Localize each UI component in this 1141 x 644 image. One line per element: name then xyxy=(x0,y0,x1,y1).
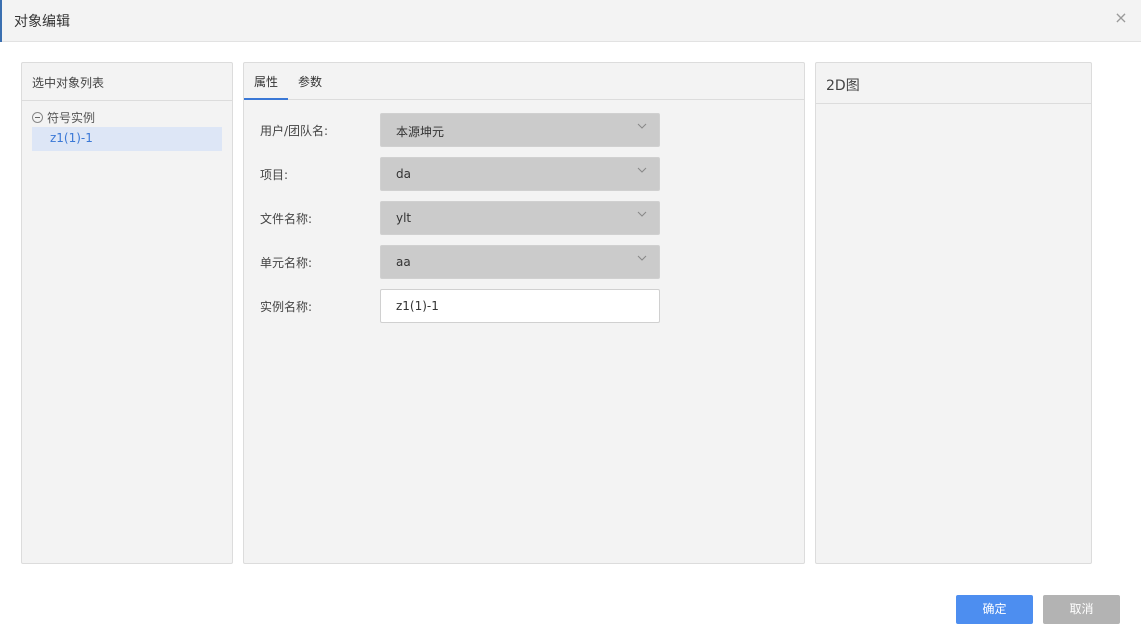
instance-name-input[interactable]: z1(1)-1 xyxy=(380,289,660,323)
form-row-cell-name: 单元名称: aa xyxy=(260,245,660,279)
cell-name-value: aa xyxy=(396,255,411,269)
file-name-value: ylt xyxy=(396,211,412,225)
dialog-title: 对象编辑 xyxy=(14,14,70,30)
chevron-down-icon xyxy=(637,211,647,217)
chevron-down-icon xyxy=(637,255,647,261)
object-tree: 符号实例 z1(1)-1 xyxy=(22,101,232,159)
form-row-user-team: 用户/团队名: 本源坤元 xyxy=(260,113,660,147)
ok-button[interactable]: 确定 xyxy=(956,595,1033,624)
preview-2d-panel: 2D图 xyxy=(815,62,1092,564)
close-icon[interactable]: × xyxy=(1113,10,1129,26)
tab-parameters[interactable]: 参数 xyxy=(288,63,332,100)
form-row-instance-name: 实例名称: z1(1)-1 xyxy=(260,289,660,323)
chevron-down-icon xyxy=(637,123,647,129)
tree-group-symbol-instance[interactable]: 符号实例 xyxy=(32,109,222,125)
cell-name-select[interactable]: aa xyxy=(380,245,660,279)
properties-tabs: 属性 参数 xyxy=(244,63,804,100)
cell-name-label: 单元名称: xyxy=(260,256,313,270)
user-team-label: 用户/团队名: xyxy=(260,124,329,138)
file-name-label: 文件名称: xyxy=(260,212,313,226)
titlebar-accent xyxy=(0,0,2,42)
form-row-file-name: 文件名称: ylt xyxy=(260,201,660,235)
tree-item-selected[interactable]: z1(1)-1 xyxy=(32,127,222,151)
instance-name-value: z1(1)-1 xyxy=(396,299,439,313)
chevron-down-icon xyxy=(637,167,647,173)
cancel-button[interactable]: 取消 xyxy=(1043,595,1120,624)
file-name-select[interactable]: ylt xyxy=(380,201,660,235)
user-team-select[interactable]: 本源坤元 xyxy=(380,113,660,147)
form-row-project: 项目: da xyxy=(260,157,660,191)
project-label: 项目: xyxy=(260,168,289,182)
user-team-value: 本源坤元 xyxy=(396,125,445,139)
project-select[interactable]: da xyxy=(380,157,660,191)
tab-attributes[interactable]: 属性 xyxy=(244,63,289,100)
selected-objects-panel: 选中对象列表 符号实例 z1(1)-1 xyxy=(21,62,233,564)
project-value: da xyxy=(396,167,411,181)
object-edit-dialog: 对象编辑 × 选中对象列表 符号实例 z1(1)-1 属性 参数 用户/团队名:… xyxy=(0,0,1141,644)
tree-group-label: 符号实例 xyxy=(47,110,96,125)
properties-panel: 属性 参数 用户/团队名: 本源坤元 项目: da 文件名称: ylt 单元名称… xyxy=(243,62,805,564)
instance-name-label: 实例名称: xyxy=(260,300,313,314)
collapse-icon[interactable] xyxy=(32,111,43,123)
preview-2d-header: 2D图 xyxy=(816,63,1091,104)
selected-objects-header: 选中对象列表 xyxy=(22,63,232,101)
dialog-titlebar: 对象编辑 × xyxy=(0,0,1141,42)
